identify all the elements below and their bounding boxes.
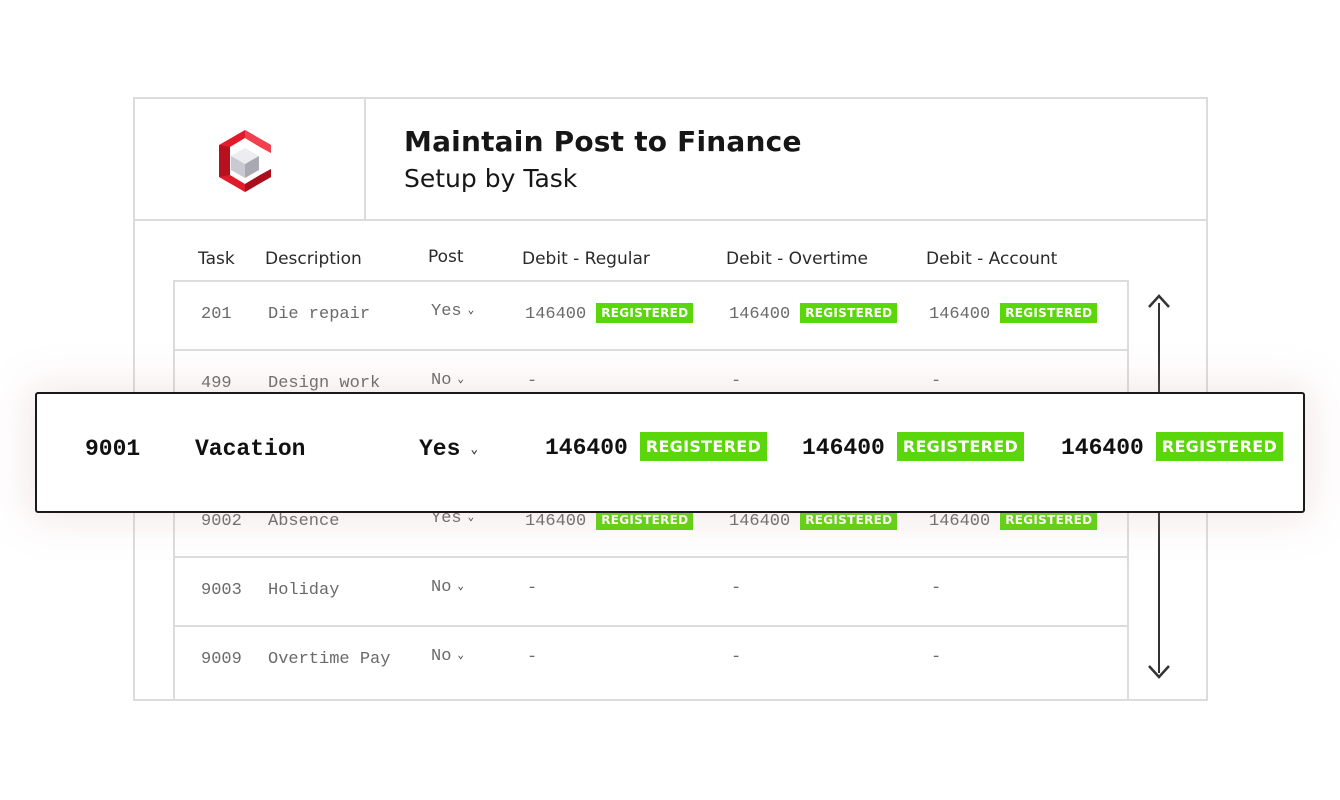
- table-row[interactable]: 201 Die repair Yes ⌄ 146400 REGISTERED 146…: [175, 282, 1127, 351]
- task-description: Absence: [268, 512, 340, 531]
- card-header: Maintain Post to Finance Setup by Task: [135, 99, 1206, 221]
- post-value: No: [431, 578, 452, 597]
- debit-account-cell: 146400 REGISTERED: [929, 510, 1098, 531]
- post-select[interactable]: No ⌄: [431, 371, 464, 390]
- debit-overtime-cell: 146400 REGISTERED: [729, 510, 898, 531]
- post-select[interactable]: No ⌄: [431, 647, 464, 666]
- debit-overtime-cell: 146400 REGISTERED: [729, 303, 898, 324]
- logo-cell: [135, 99, 366, 221]
- post-select[interactable]: Yes ⌄: [419, 436, 478, 462]
- post-select[interactable]: No ⌄: [431, 578, 464, 597]
- column-header-debit-account: Debit - Account: [926, 249, 1058, 269]
- table-row[interactable]: 9009 Overtime Pay No ⌄ - - -: [175, 627, 1127, 696]
- debit-regular-value: 146400: [545, 435, 628, 461]
- task-description: Die repair: [268, 305, 371, 324]
- debit-overtime-value: 146400: [729, 305, 791, 324]
- debit-account-value: -: [931, 372, 942, 391]
- page-subtitle: Setup by Task: [404, 164, 578, 193]
- task-description: Design work: [268, 374, 381, 393]
- task-number: 9002: [201, 512, 242, 531]
- chevron-up-icon[interactable]: [1146, 290, 1172, 310]
- registered-badge: REGISTERED: [800, 303, 898, 323]
- column-header-description: Description: [265, 249, 362, 269]
- task-number: 9003: [201, 581, 242, 600]
- debit-regular-value: -: [527, 579, 538, 598]
- registered-badge: REGISTERED: [800, 510, 898, 530]
- debit-overtime-value: 146400: [802, 435, 885, 461]
- debit-account-cell: 146400 REGISTERED: [1061, 432, 1284, 461]
- task-description: Vacation: [195, 436, 306, 462]
- task-description: Overtime Pay: [268, 650, 391, 669]
- debit-account-value: 146400: [929, 512, 991, 531]
- post-select[interactable]: Yes ⌄: [431, 302, 474, 321]
- debit-account-value: 146400: [929, 305, 991, 324]
- cube-logo-icon: [219, 130, 271, 192]
- highlighted-table-row[interactable]: 9001 Vacation Yes ⌄ 146400 REGISTERED 1464…: [35, 392, 1305, 513]
- debit-overtime-cell: 146400 REGISTERED: [802, 432, 1025, 461]
- debit-account-value: 146400: [1061, 435, 1144, 461]
- column-header-debit-regular: Debit - Regular: [522, 249, 650, 269]
- chevron-down-icon: ⌄: [457, 581, 465, 593]
- chevron-down-icon: ⌄: [457, 374, 465, 386]
- registered-badge: REGISTERED: [596, 510, 694, 530]
- registered-badge: REGISTERED: [1000, 303, 1098, 323]
- debit-regular-value: -: [527, 372, 538, 391]
- debit-regular-value: 146400: [525, 305, 587, 324]
- task-number: 201: [201, 305, 232, 324]
- debit-overtime-value: -: [731, 579, 742, 598]
- debit-regular-value: 146400: [525, 512, 587, 531]
- registered-badge: REGISTERED: [896, 432, 1025, 461]
- task-number: 9001: [85, 436, 141, 462]
- task-number: 499: [201, 374, 232, 393]
- chevron-down-icon[interactable]: [1146, 662, 1172, 682]
- debit-account-value: -: [931, 579, 942, 598]
- column-header-debit-overtime: Debit - Overtime: [726, 249, 868, 269]
- table-row[interactable]: 9003 Holiday No ⌄ - - -: [175, 558, 1127, 627]
- debit-regular-value: -: [527, 648, 538, 667]
- title-block: Maintain Post to Finance Setup by Task: [404, 125, 802, 193]
- post-value: Yes: [419, 436, 461, 462]
- column-header-task: Task: [198, 249, 235, 269]
- registered-badge: REGISTERED: [596, 303, 694, 323]
- page-title: Maintain Post to Finance: [404, 125, 802, 158]
- chevron-down-icon: ⌄: [457, 650, 465, 662]
- debit-regular-cell: 146400 REGISTERED: [525, 303, 694, 324]
- debit-overtime-value: -: [731, 372, 742, 391]
- debit-regular-cell: 146400 REGISTERED: [545, 432, 768, 461]
- registered-badge: REGISTERED: [639, 432, 768, 461]
- chevron-down-icon: ⌄: [467, 305, 475, 317]
- registered-badge: REGISTERED: [1000, 510, 1098, 530]
- post-value: Yes: [431, 302, 462, 321]
- post-value: No: [431, 371, 452, 390]
- debit-account-cell: 146400 REGISTERED: [929, 303, 1098, 324]
- debit-account-value: -: [931, 648, 942, 667]
- debit-regular-cell: 146400 REGISTERED: [525, 510, 694, 531]
- debit-overtime-value: 146400: [729, 512, 791, 531]
- debit-overtime-value: -: [731, 648, 742, 667]
- task-number: 9009: [201, 650, 242, 669]
- registered-badge: REGISTERED: [1155, 432, 1284, 461]
- task-description: Holiday: [268, 581, 340, 600]
- post-value: No: [431, 647, 452, 666]
- chevron-down-icon: ⌄: [470, 442, 479, 457]
- column-header-post: Post: [428, 247, 464, 267]
